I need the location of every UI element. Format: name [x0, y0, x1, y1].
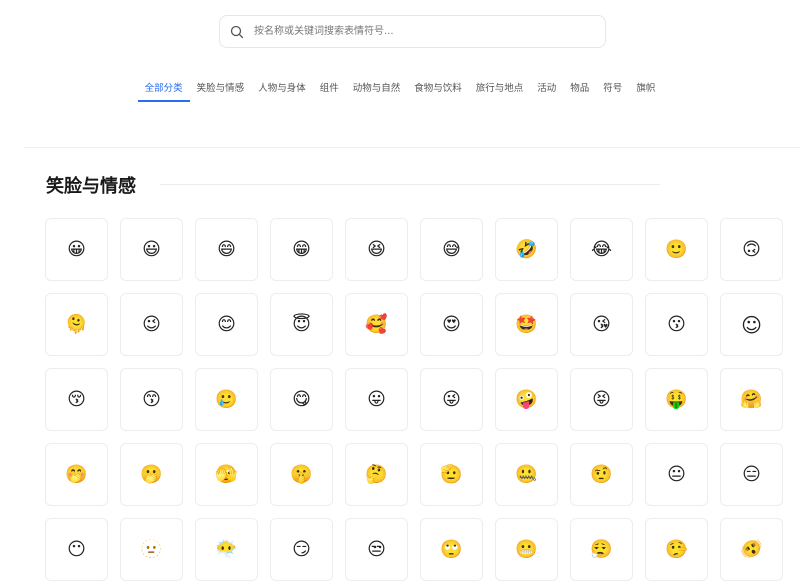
- emoji-cell[interactable]: 😊: [195, 293, 258, 356]
- emoji-cell[interactable]: 🥲: [195, 368, 258, 431]
- emoji-cell[interactable]: 😋: [270, 368, 333, 431]
- section-title: 笑脸与情感: [46, 176, 136, 197]
- emoji-cell[interactable]: 😜: [420, 368, 483, 431]
- emoji-cell[interactable]: 😁: [270, 218, 333, 281]
- search-box[interactable]: [219, 15, 606, 48]
- emoji-cell[interactable]: 😗: [645, 293, 708, 356]
- emoji-cell[interactable]: 😏: [270, 518, 333, 581]
- emoji-cell[interactable]: 🙄: [420, 518, 483, 581]
- tab-objects[interactable]: 物品: [563, 78, 596, 102]
- emoji-cell[interactable]: 😅: [420, 218, 483, 281]
- emoji-cell[interactable]: 🤪: [495, 368, 558, 431]
- emoji-cell[interactable]: ☺: [720, 293, 783, 356]
- emoji-cell[interactable]: 🤥: [645, 518, 708, 581]
- emoji-cell[interactable]: 🫨: [720, 518, 783, 581]
- tab-symbols[interactable]: 符号: [596, 78, 629, 102]
- emoji-cell[interactable]: 😃: [120, 218, 183, 281]
- emoji-cell[interactable]: 😘: [570, 293, 633, 356]
- emoji-cell[interactable]: 🤣: [495, 218, 558, 281]
- emoji-cell[interactable]: 🤑: [645, 368, 708, 431]
- emoji-cell[interactable]: 🤔: [345, 443, 408, 506]
- emoji-cell[interactable]: 🫣: [195, 443, 258, 506]
- emoji-cell[interactable]: 😐: [645, 443, 708, 506]
- emoji-grid: 😀 😃 😄 😁 😆 😅 🤣 😂 🙂 🙃 🫠 😉 😊 😇 🥰 😍 🤩 😘 😗 ☺ …: [45, 218, 783, 581]
- emoji-cell[interactable]: 😶‍🌫️: [195, 518, 258, 581]
- emoji-cell[interactable]: 🫥: [120, 518, 183, 581]
- search-input[interactable]: [252, 25, 586, 38]
- tab-flags[interactable]: 旗帜: [629, 78, 662, 102]
- emoji-cell[interactable]: 😙: [120, 368, 183, 431]
- divider: [24, 147, 800, 148]
- tab-people-body[interactable]: 人物与身体: [251, 78, 313, 102]
- tab-animals-nature[interactable]: 动物与自然: [346, 78, 408, 102]
- emoji-cell[interactable]: 😮‍💨: [570, 518, 633, 581]
- emoji-cell[interactable]: 🤫: [270, 443, 333, 506]
- emoji-cell[interactable]: 😀: [45, 218, 108, 281]
- emoji-cell[interactable]: 🤩: [495, 293, 558, 356]
- emoji-cell[interactable]: 😚: [45, 368, 108, 431]
- emoji-cell[interactable]: 😄: [195, 218, 258, 281]
- emoji-cell[interactable]: 🤨: [570, 443, 633, 506]
- emoji-cell[interactable]: 😂: [570, 218, 633, 281]
- tab-all[interactable]: 全部分类: [137, 78, 190, 102]
- emoji-cell[interactable]: 😍: [420, 293, 483, 356]
- emoji-cell[interactable]: 🤐: [495, 443, 558, 506]
- emoji-cell[interactable]: 😑: [720, 443, 783, 506]
- emoji-cell[interactable]: 🥰: [345, 293, 408, 356]
- emoji-cell[interactable]: 🤗: [720, 368, 783, 431]
- emoji-cell[interactable]: 😇: [270, 293, 333, 356]
- emoji-cell[interactable]: 😒: [345, 518, 408, 581]
- emoji-cell[interactable]: 😉: [120, 293, 183, 356]
- emoji-cell[interactable]: 😬: [495, 518, 558, 581]
- emoji-cell[interactable]: 😝: [570, 368, 633, 431]
- tab-smileys-emotion[interactable]: 笑脸与情感: [190, 78, 252, 102]
- emoji-cell[interactable]: 🫠: [45, 293, 108, 356]
- tab-food-drink[interactable]: 食物与饮料: [407, 78, 469, 102]
- emoji-cell[interactable]: 🫡: [420, 443, 483, 506]
- search-icon: [230, 25, 244, 38]
- tab-activities[interactable]: 活动: [530, 78, 563, 102]
- emoji-cell[interactable]: 😆: [345, 218, 408, 281]
- emoji-cell[interactable]: 🫢: [120, 443, 183, 506]
- emoji-cell[interactable]: 🤭: [45, 443, 108, 506]
- emoji-cell[interactable]: 😛: [345, 368, 408, 431]
- emoji-cell[interactable]: 🙂: [645, 218, 708, 281]
- emoji-cell[interactable]: 😶: [45, 518, 108, 581]
- category-tabs: 全部分类 笑脸与情感 人物与身体 组件 动物与自然 食物与饮料 旅行与地点 活动…: [0, 78, 800, 102]
- tab-component[interactable]: 组件: [313, 78, 346, 102]
- emoji-cell[interactable]: 🙃: [720, 218, 783, 281]
- tab-travel-places[interactable]: 旅行与地点: [469, 78, 531, 102]
- section-title-line: [160, 184, 660, 185]
